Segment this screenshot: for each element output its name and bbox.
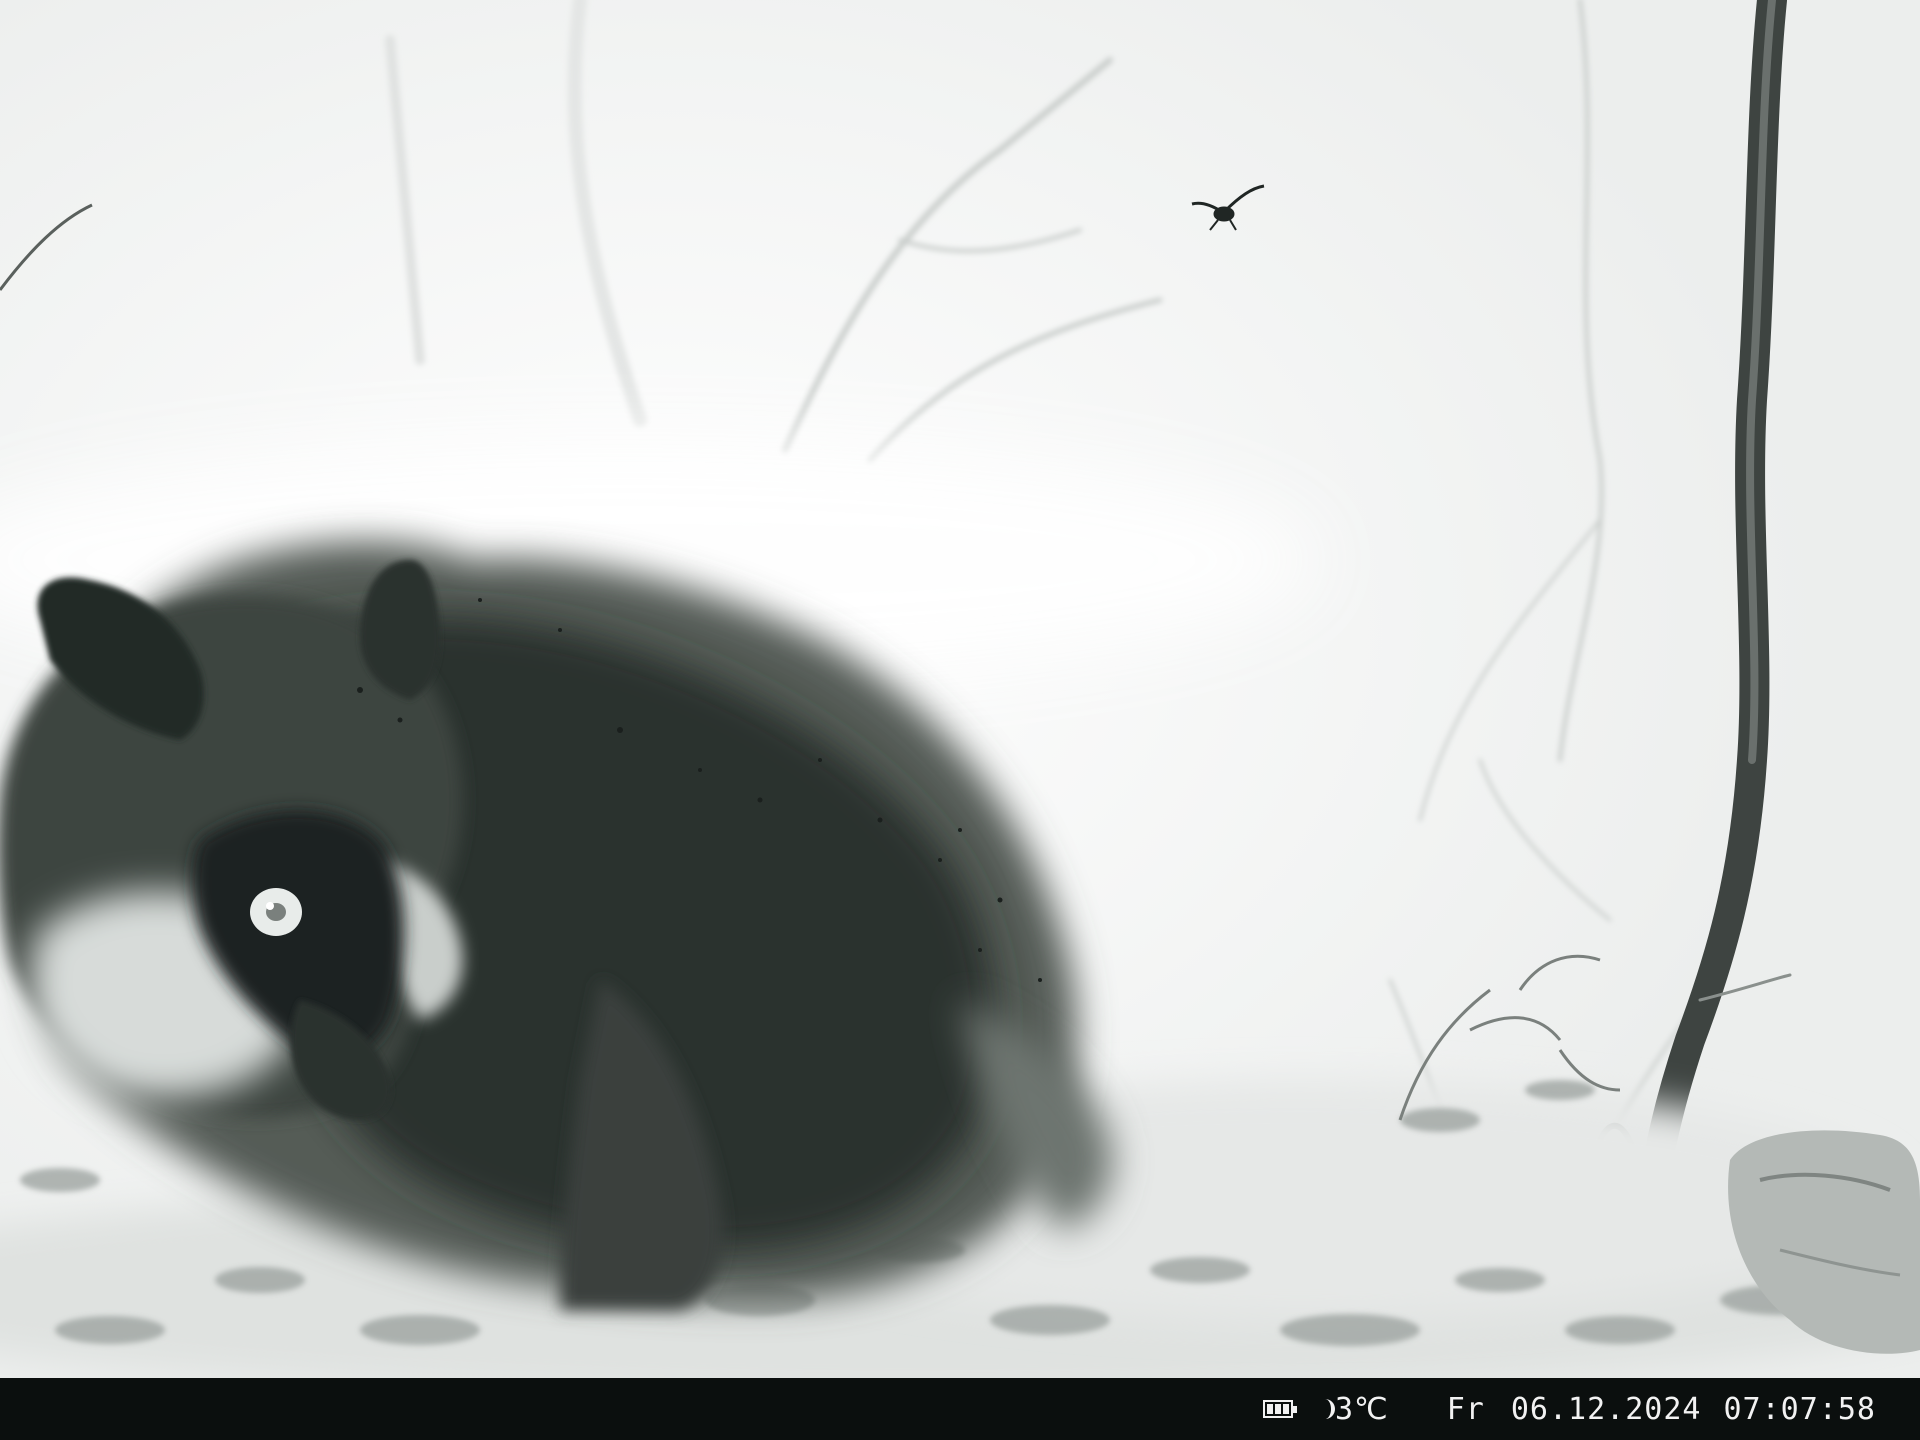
time-readout: 07:07:58 (1723, 1391, 1876, 1427)
battery-icon (1262, 1400, 1297, 1418)
trail-camera-frame: 3℃ Fr 06.12.2024 07:07:58 (0, 0, 1920, 1440)
weekday-label: Fr (1446, 1391, 1485, 1427)
scene-illustration (0, 0, 1920, 1378)
night-vision-scene (0, 0, 1920, 1378)
temperature-readout: 3℃ (1334, 1391, 1389, 1427)
date-readout: 06.12.2024 (1510, 1391, 1702, 1427)
animal-head (0, 560, 463, 1120)
camera-info-bar: 3℃ Fr 06.12.2024 07:07:58 (0, 1378, 1920, 1440)
